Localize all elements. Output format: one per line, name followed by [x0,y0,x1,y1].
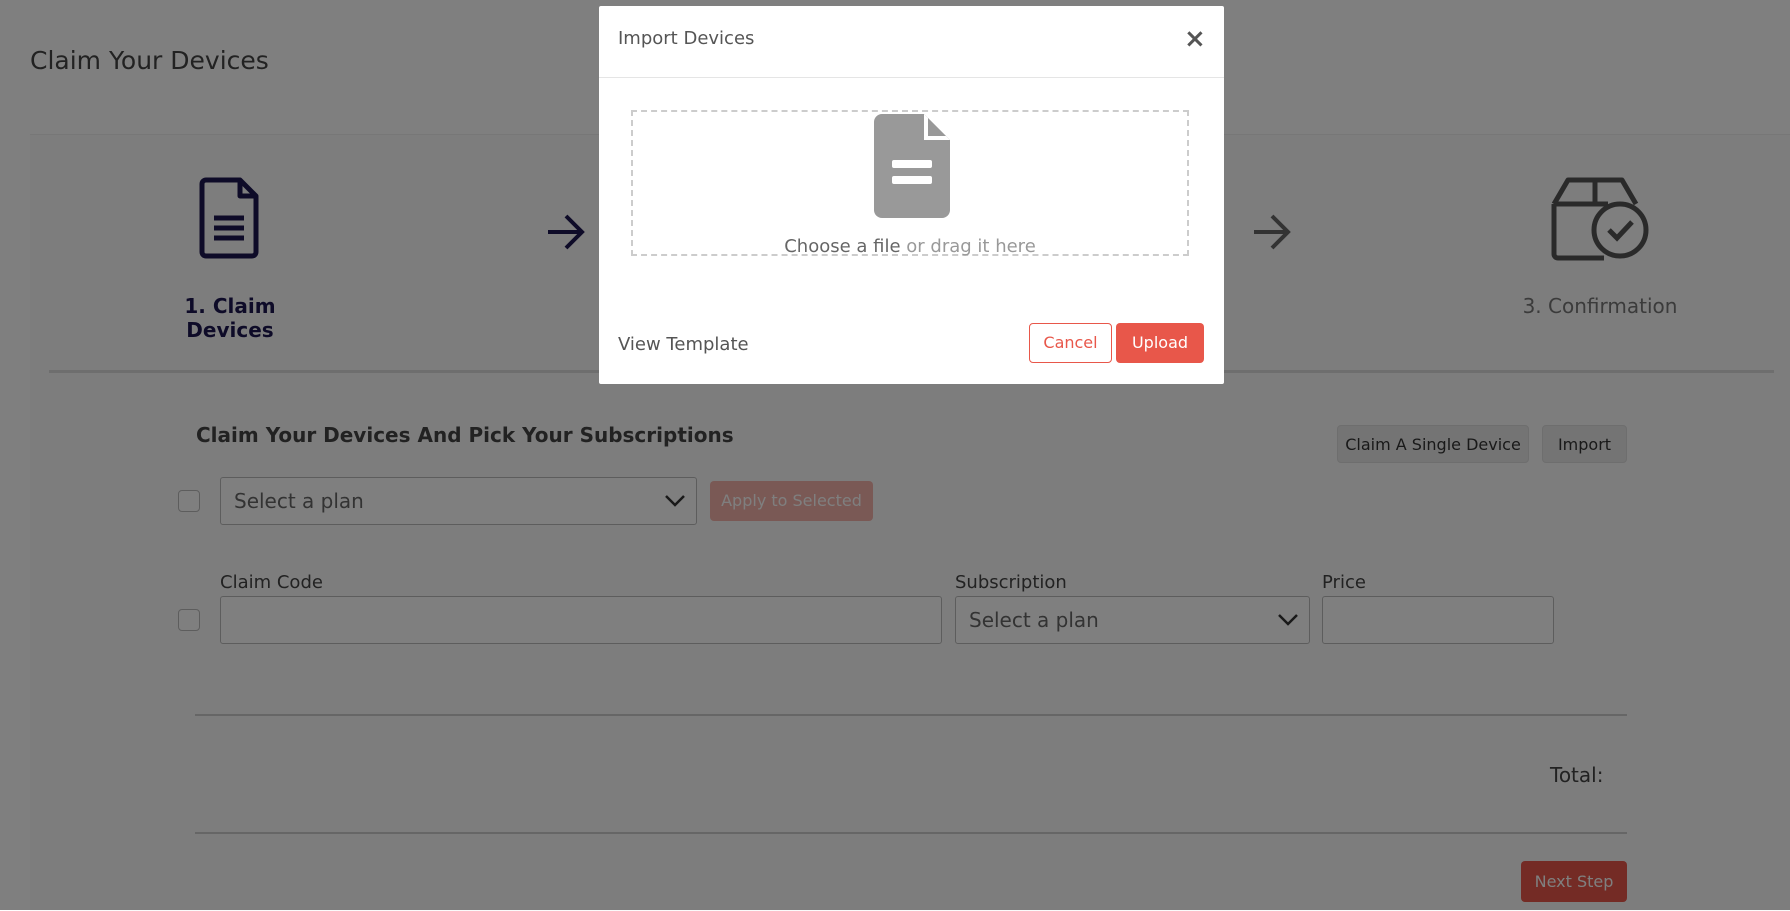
cancel-button[interactable]: Cancel [1029,323,1112,363]
upload-button[interactable]: Upload [1116,323,1204,363]
modal-header: Import Devices × [599,6,1224,78]
modal-title: Import Devices [618,28,755,49]
dropzone-text: Choose a file or drag it here [633,236,1187,257]
choose-file-link[interactable]: Choose a file [784,236,900,257]
view-template-link[interactable]: View Template [618,334,749,355]
file-icon [874,114,950,218]
file-dropzone[interactable]: Choose a file or drag it here [631,110,1189,257]
drag-hint: or drag it here [900,236,1036,257]
close-icon[interactable]: × [1184,26,1206,52]
import-devices-modal: Import Devices × Choose a file or drag i… [599,6,1224,384]
